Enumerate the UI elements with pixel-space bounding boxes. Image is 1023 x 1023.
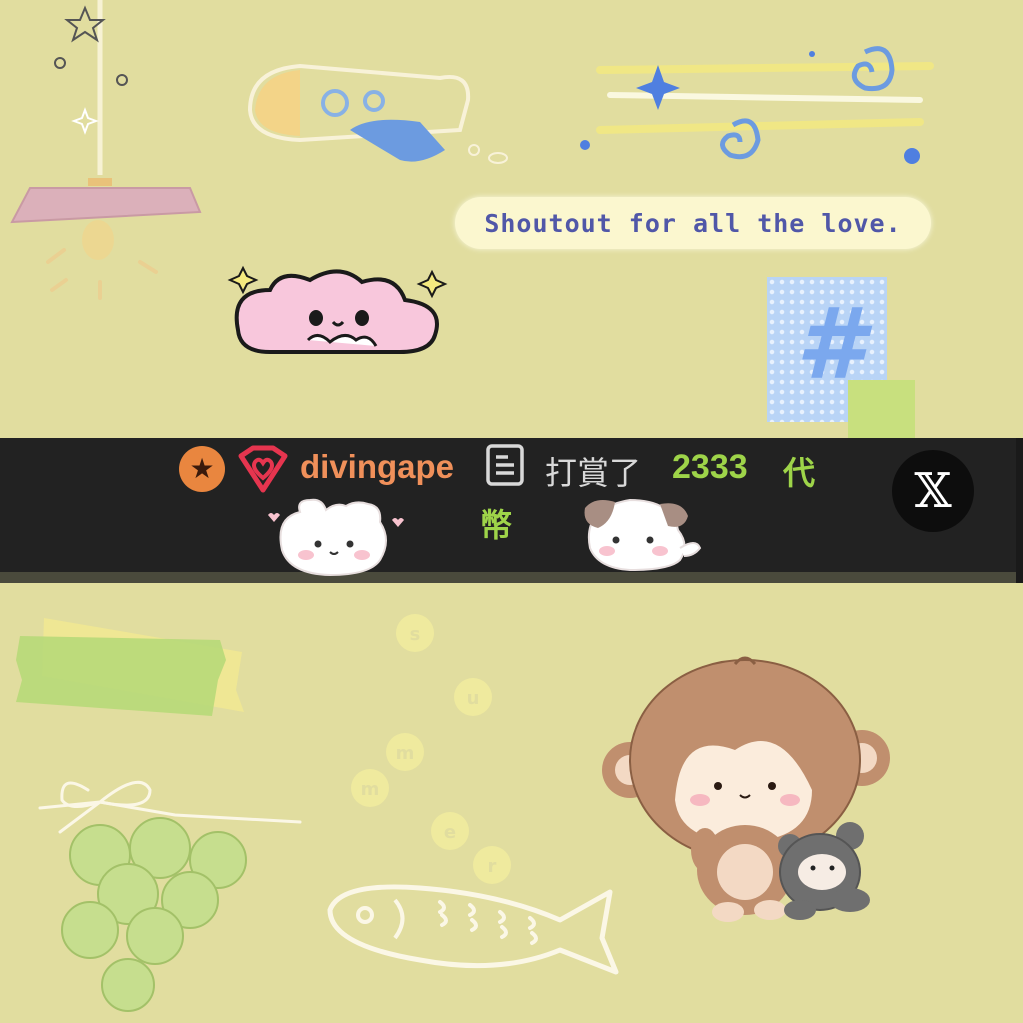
small-gray-monkey-illustration [778, 822, 870, 920]
